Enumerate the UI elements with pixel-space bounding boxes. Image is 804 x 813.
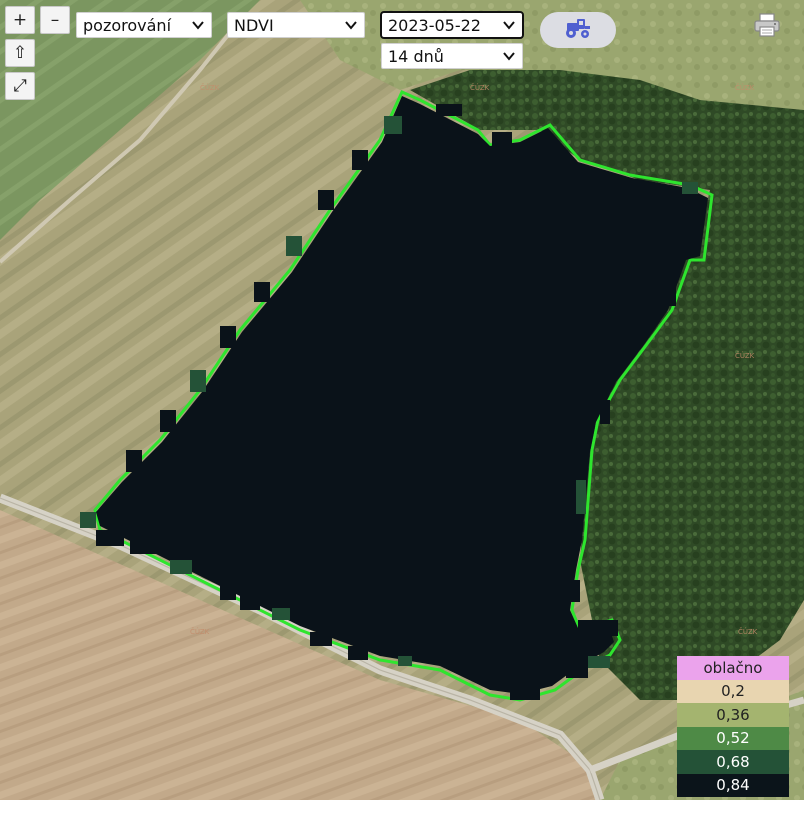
ndvi-pixel-edge	[170, 560, 192, 574]
map-copyright-label: ČÚZK	[738, 627, 758, 636]
ndvi-pixel-edge	[566, 580, 580, 602]
period-select-value: 14 dnů	[388, 46, 444, 66]
tractor-icon	[564, 17, 592, 43]
ndvi-pixel-edge	[272, 608, 290, 620]
legend-label: 0,68	[716, 752, 750, 771]
ndvi-pixel-edge	[352, 150, 368, 170]
date-select[interactable]: 2023-05-22	[380, 11, 524, 39]
ndvi-pixel-edge	[600, 400, 610, 424]
zoom-in-label: +	[12, 10, 28, 30]
legend-label: 0,52	[716, 729, 750, 748]
zoom-out-label: –	[50, 10, 60, 30]
ndvi-pixel-edge	[254, 282, 270, 302]
mode-select-value: pozorování	[83, 15, 172, 35]
ndvi-pixel-edge	[398, 656, 412, 666]
ndvi-pixel-edge	[510, 678, 540, 700]
chevron-down-icon	[502, 49, 516, 63]
ndvi-pixel-edge	[220, 580, 236, 600]
ndvi-pixel-edge	[384, 116, 402, 134]
map-copyright-label: ČÚZK	[735, 83, 755, 92]
legend-row: 0,52	[677, 726, 789, 750]
ndvi-pixel-edge	[436, 104, 462, 116]
home-arrow-icon: ⇧	[12, 43, 28, 63]
ndvi-pixel-edge	[578, 620, 618, 636]
date-select-value: 2023-05-22	[388, 15, 481, 35]
chevron-down-icon	[191, 18, 205, 32]
ndvi-pixel-edge	[348, 646, 368, 660]
map-copyright-label: ČÚZK	[470, 83, 490, 92]
map-copyright-label: ČÚZK	[190, 627, 210, 636]
chevron-down-icon	[344, 18, 358, 32]
legend-row: 0,84	[677, 773, 789, 797]
ndvi-pixel-edge	[310, 632, 332, 646]
mode-select[interactable]: pozorování	[76, 12, 212, 38]
zoom-in-button[interactable]: +	[5, 6, 35, 34]
legend-row-cloudy: oblačno	[677, 656, 789, 680]
printer-icon	[754, 13, 780, 41]
ndvi-pixel-edge	[318, 190, 334, 210]
ndvi-pixel-edge	[588, 656, 610, 668]
legend-row: 0,2	[677, 679, 789, 703]
ndvi-pixel-edge	[682, 182, 698, 194]
ndvi-pixel-edge	[240, 592, 260, 610]
ndvi-pixel-edge	[96, 530, 124, 546]
legend-row: 0,36	[677, 703, 789, 727]
legend-label: 0,36	[716, 705, 750, 724]
map-copyright-label: ČÚZK	[200, 83, 220, 92]
ndvi-pixel-edge	[126, 450, 142, 472]
ndvi-pixel-edge	[80, 512, 96, 528]
ndvi-pixel-edge	[160, 410, 176, 432]
legend-label: 0,2	[721, 682, 745, 701]
expand-icon: ⤢	[13, 76, 27, 96]
ndvi-pixel-edge	[492, 132, 512, 146]
home-extent-button[interactable]: ⇧	[5, 39, 35, 67]
index-select-value: NDVI	[234, 15, 274, 35]
map-copyright-label: ČÚZK	[735, 351, 755, 360]
legend-row: 0,68	[677, 750, 789, 774]
ndvi-pixel-edge	[130, 540, 160, 554]
fullscreen-button[interactable]: ⤢	[5, 72, 35, 100]
ndvi-pixel-edge	[566, 656, 588, 678]
ndvi-pixel-edge	[576, 480, 586, 514]
ndvi-pixel-edge	[190, 370, 206, 392]
chevron-down-icon	[502, 18, 516, 32]
print-button[interactable]	[752, 12, 782, 42]
ndvi-legend: oblačno 0,2 0,36 0,52 0,68 0,84	[677, 656, 789, 797]
period-select[interactable]: 14 dnů	[381, 43, 523, 69]
legend-label: 0,84	[716, 776, 750, 795]
ndvi-pixel-edge	[286, 236, 302, 256]
legend-label: oblačno	[703, 658, 763, 677]
index-select[interactable]: NDVI	[227, 12, 365, 38]
ndvi-pixel-edge	[220, 326, 236, 348]
machinery-button[interactable]	[540, 12, 616, 48]
zoom-out-button[interactable]: –	[40, 6, 70, 34]
ndvi-pixel-edge	[664, 282, 676, 306]
